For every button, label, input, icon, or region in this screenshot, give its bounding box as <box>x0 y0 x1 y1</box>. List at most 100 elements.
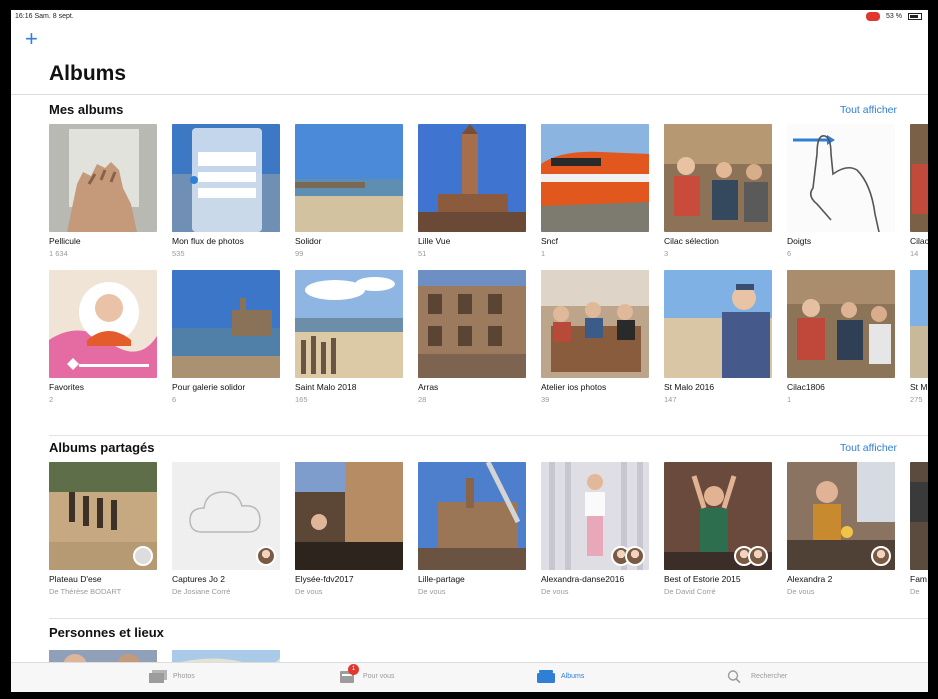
album-card[interactable]: St M 275 <box>910 270 928 404</box>
album-count: 2 <box>49 395 54 404</box>
album-owner: De <box>910 587 920 596</box>
album-thumbnail <box>910 270 928 378</box>
tab-for-you[interactable]: 1 Pour vous <box>339 664 395 683</box>
album-card[interactable]: Saint Malo 2018 165 <box>295 270 403 404</box>
album-card[interactable]: Doigts 6 <box>787 124 895 258</box>
album-card[interactable]: Atelier ios photos 39 <box>541 270 649 404</box>
album-card[interactable]: Lille Vue 51 <box>418 124 526 258</box>
shared-album-card[interactable]: Best of Estorie 2015 De David Corré <box>664 462 772 596</box>
album-name: Captures Jo 2 <box>172 574 225 584</box>
album-name: Best of Estorie 2015 <box>664 574 741 584</box>
shared-album-card[interactable]: Elysée-fdv2017 De vous <box>295 462 403 596</box>
album-name: Saint Malo 2018 <box>295 382 357 392</box>
albums-icon <box>537 670 555 683</box>
album-card[interactable]: Pour galerie solidor 6 <box>172 270 280 404</box>
album-thumbnail <box>295 462 403 570</box>
album-name: Pellicule <box>49 236 81 246</box>
album-count: 99 <box>295 249 304 258</box>
album-name: Elysée-fdv2017 <box>295 574 354 584</box>
album-owner: De David Corré <box>664 587 716 596</box>
shared-album-card[interactable]: Captures Jo 2 De Josiane Corré <box>172 462 280 596</box>
album-thumbnail <box>664 270 772 378</box>
album-thumbnail <box>295 124 403 232</box>
album-card[interactable]: Cilac1806 1 <box>787 270 895 404</box>
shared-albums-title: Albums partagés <box>49 440 155 455</box>
shared-album-card[interactable]: Fam De <box>910 462 928 596</box>
album-name: Lille-partage <box>418 574 465 584</box>
album-name: Favorites <box>49 382 84 392</box>
album-thumbnail <box>664 462 772 570</box>
tab-bar: Photos 1 Pour vous Albums Rechercher <box>11 662 928 692</box>
shared-albums-see-all[interactable]: Tout afficher <box>840 442 897 454</box>
album-owner: De Thérèse BODART <box>49 587 122 596</box>
member-avatar <box>625 546 645 566</box>
battery-percent: 53 % <box>886 13 902 20</box>
section-divider <box>49 435 928 436</box>
battery-icon <box>908 13 922 20</box>
my-albums-title: Mes albums <box>49 102 124 117</box>
album-thumbnail <box>664 124 772 232</box>
my-albums-see-all[interactable]: Tout afficher <box>840 104 897 116</box>
album-card[interactable]: Pellicule 1 634 <box>49 124 157 258</box>
album-count: 51 <box>418 249 427 258</box>
album-count: 3 <box>664 249 669 258</box>
album-owner: De vous <box>787 587 815 596</box>
notification-badge: 1 <box>348 664 359 675</box>
album-name: Doigts <box>787 236 812 246</box>
album-name: Pour galerie solidor <box>172 382 246 392</box>
album-thumbnail <box>910 124 928 232</box>
header-divider <box>11 94 928 95</box>
tab-label: Albums <box>561 673 585 680</box>
album-count: 165 <box>295 395 308 404</box>
member-avatar <box>871 546 891 566</box>
album-count: 1 <box>541 249 546 258</box>
album-name: Solidor <box>295 236 322 246</box>
album-owner: De vous <box>295 587 323 596</box>
album-card[interactable]: Arras 28 <box>418 270 526 404</box>
album-name: Cilac sélection <box>664 236 719 246</box>
album-name: Fam <box>910 574 927 584</box>
ipad-screen: 16:16 Sam. 8 sept. 53 % + Albums Mes alb… <box>11 10 928 692</box>
album-thumbnail <box>541 462 649 570</box>
album-count: 275 <box>910 395 923 404</box>
album-card[interactable]: Favorites 2 <box>49 270 157 404</box>
shared-album-card[interactable]: Plateau D'ese De Thérèse BODART <box>49 462 157 596</box>
shared-album-card[interactable]: Alexandra-danse2016 De vous <box>541 462 649 596</box>
tab-label: Pour vous <box>363 673 395 680</box>
album-name: Cilac <box>910 236 928 246</box>
album-card[interactable]: Solidor 99 <box>295 124 403 258</box>
for-you-icon: 1 <box>339 664 359 683</box>
album-card[interactable]: Cilac 14 <box>910 124 928 258</box>
album-count: 1 634 <box>49 249 68 258</box>
tab-label: Rechercher <box>751 673 788 680</box>
shared-album-card[interactable]: Lille-partage De vous <box>418 462 526 596</box>
album-thumbnail <box>418 462 526 570</box>
album-name: Atelier ios photos <box>541 382 607 392</box>
member-avatar <box>748 546 768 566</box>
album-thumbnail <box>787 270 895 378</box>
album-name: Alexandra 2 <box>787 574 833 584</box>
album-count: 535 <box>172 249 185 258</box>
album-thumbnail <box>910 462 928 570</box>
album-count: 28 <box>418 395 427 404</box>
tab-photos[interactable]: Photos <box>149 670 195 683</box>
album-thumbnail <box>295 270 403 378</box>
add-album-button[interactable]: + <box>25 28 38 50</box>
section-divider <box>49 618 928 619</box>
album-card[interactable]: St Malo 2016 147 <box>664 270 772 404</box>
album-name: St Malo 2016 <box>664 382 715 392</box>
album-owner: De vous <box>418 587 446 596</box>
album-card[interactable]: Sncf 1 <box>541 124 649 258</box>
album-name: Mon flux de photos <box>172 236 244 246</box>
album-count: 6 <box>172 395 177 404</box>
album-card[interactable]: Mon flux de photos 535 <box>172 124 280 258</box>
album-count: 6 <box>787 249 792 258</box>
album-thumbnail <box>49 462 157 570</box>
shared-album-card[interactable]: Alexandra 2 De vous <box>787 462 895 596</box>
recording-indicator <box>866 12 881 21</box>
tab-search[interactable]: Rechercher <box>727 670 788 684</box>
album-count: 147 <box>664 395 677 404</box>
album-card[interactable]: Cilac sélection 3 <box>664 124 772 258</box>
album-thumbnail <box>787 462 895 570</box>
tab-albums[interactable]: Albums <box>537 670 584 683</box>
